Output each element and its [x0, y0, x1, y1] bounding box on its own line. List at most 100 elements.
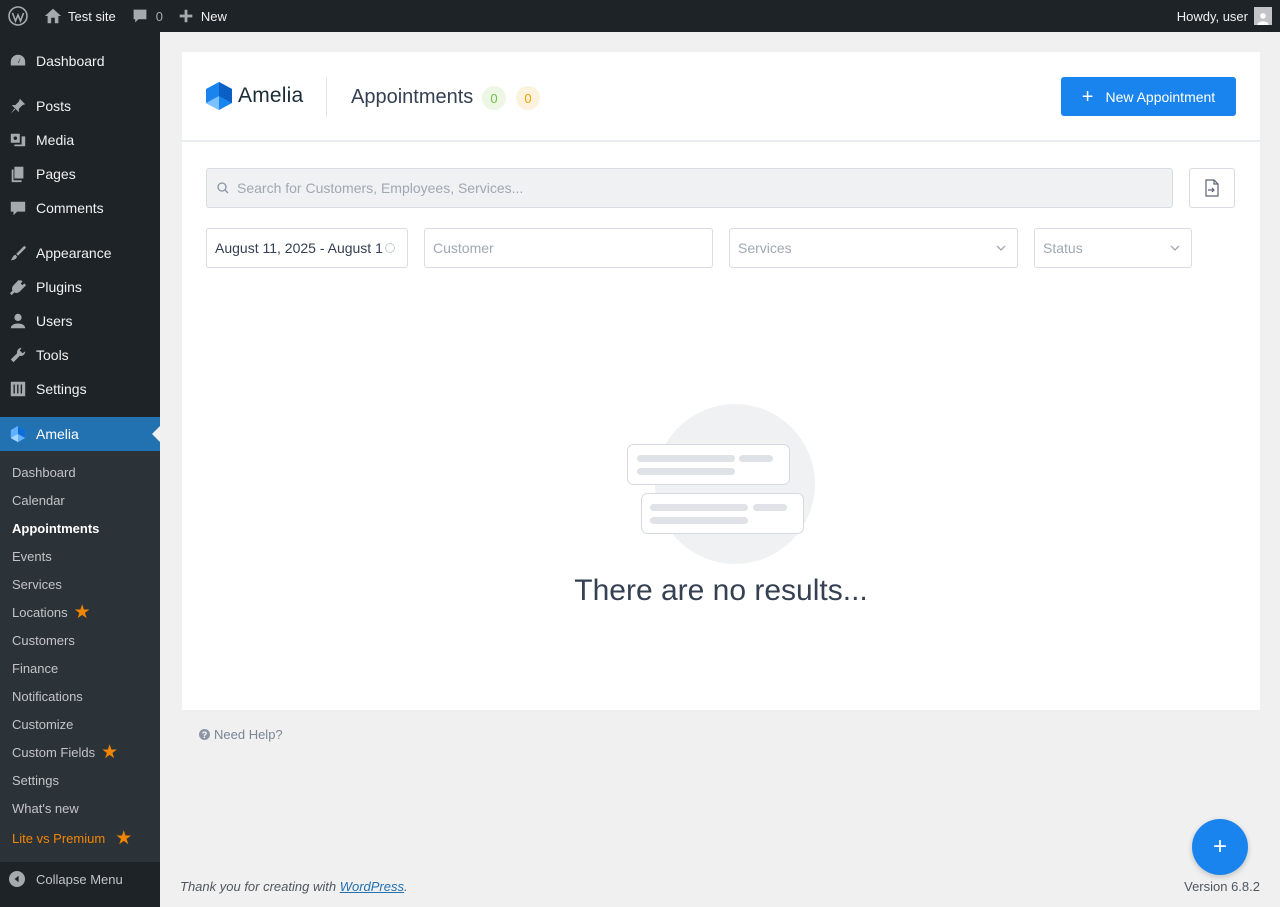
submenu-customers[interactable]: Customers: [0, 626, 160, 654]
dashboard-icon: [9, 52, 27, 70]
collapse-arrow-icon: [9, 871, 25, 887]
howdy-text: Howdy, user: [1176, 8, 1248, 24]
sidebar-item-tools[interactable]: Tools: [0, 338, 160, 372]
submenu-label: Customize: [12, 716, 74, 732]
submenu-locations[interactable]: Locations ★: [0, 598, 160, 626]
sidebar-item-label: Appearance: [36, 245, 112, 261]
new-appointment-button[interactable]: + New Appointment: [1061, 77, 1236, 116]
plug-icon: [9, 278, 27, 296]
floating-add-button[interactable]: +: [1192, 819, 1248, 875]
submenu-services[interactable]: Services: [0, 570, 160, 598]
plus-icon: +: [1081, 85, 1094, 108]
submenu-dashboard[interactable]: Dashboard: [0, 458, 160, 486]
submenu-label: Events: [12, 548, 52, 564]
pin-icon: [9, 97, 27, 115]
clock-icon: [385, 243, 395, 253]
sidebar-item-pages[interactable]: Pages: [0, 157, 160, 191]
new-appointment-label: New Appointment: [1105, 88, 1216, 105]
media-icon: [9, 131, 27, 149]
sidebar-item-settings[interactable]: Settings: [0, 372, 160, 406]
need-help-label: Need Help?: [214, 727, 283, 742]
star-icon: ★: [73, 601, 91, 623]
appointments-panel: Amelia Appointments 0 0 + New Appointmen…: [182, 52, 1260, 710]
submenu-label: Settings: [12, 772, 59, 788]
submenu-settings[interactable]: Settings: [0, 766, 160, 794]
user-icon: [9, 312, 27, 330]
submenu-label: Customers: [12, 632, 75, 648]
sliders-icon: [9, 380, 27, 398]
empty-state-message: There are no results...: [574, 574, 868, 607]
services-select[interactable]: Services: [729, 228, 1018, 268]
sidebar-item-label: Amelia: [36, 426, 79, 442]
submenu-calendar[interactable]: Calendar: [0, 486, 160, 514]
submenu-notifications[interactable]: Notifications: [0, 682, 160, 710]
submenu-custom-fields[interactable]: Custom Fields ★: [0, 738, 160, 766]
submenu-label: Notifications: [12, 688, 83, 704]
comment-icon: [9, 199, 27, 217]
submenu-events[interactable]: Events: [0, 542, 160, 570]
star-icon: ★: [101, 741, 119, 763]
customer-select[interactable]: Customer: [424, 228, 713, 268]
page-title: Appointments: [351, 86, 474, 108]
amelia-logo: Amelia: [206, 82, 303, 110]
search-placeholder: Search for Customers, Employees, Service…: [237, 180, 524, 196]
sidebar-item-label: Pages: [36, 166, 76, 182]
submenu-appointments[interactable]: Appointments: [0, 514, 160, 542]
logo-text: Amelia: [238, 84, 304, 107]
comment-icon: [133, 9, 147, 23]
chevron-down-icon: [996, 245, 1006, 251]
sidebar-item-label: Comments: [36, 200, 104, 216]
sidebar-item-amelia[interactable]: Amelia: [0, 417, 160, 451]
submenu-customize[interactable]: Customize: [0, 710, 160, 738]
sidebar-item-posts[interactable]: Posts: [0, 89, 160, 123]
wordpress-link[interactable]: WordPress: [340, 879, 404, 894]
sidebar-item-label: Plugins: [36, 279, 82, 295]
submenu-label: Dashboard: [12, 464, 76, 480]
export-button[interactable]: [1189, 168, 1235, 208]
status-placeholder: Status: [1043, 240, 1083, 256]
account-menu[interactable]: Howdy, user: [1169, 0, 1280, 32]
sidebar-item-label: Tools: [36, 347, 69, 363]
sidebar-item-users[interactable]: Users: [0, 304, 160, 338]
wordpress-logo-icon[interactable]: [0, 0, 36, 32]
date-range-picker[interactable]: August 11, 2025 - August 1: [206, 228, 408, 268]
sidebar-item-label: Users: [36, 313, 73, 329]
pages-icon: [9, 165, 27, 183]
amelia-submenu: Dashboard Calendar Appointments Events S…: [0, 451, 160, 862]
sidebar-item-dashboard[interactable]: Dashboard: [0, 44, 160, 78]
submenu-label: Services: [12, 576, 62, 592]
avatar: [1254, 7, 1272, 25]
footer-version: Version 6.8.2: [1184, 879, 1260, 894]
comments-count: 0: [155, 8, 163, 24]
submenu-label: Custom Fields: [12, 744, 96, 760]
sidebar-item-appearance[interactable]: Appearance: [0, 236, 160, 270]
submenu-finance[interactable]: Finance: [0, 654, 160, 682]
submenu-label: Lite vs Premium: [12, 830, 106, 846]
export-file-icon: [1205, 179, 1219, 197]
sidebar-item-comments[interactable]: Comments: [0, 191, 160, 225]
submenu-label: Finance: [12, 660, 59, 676]
new-content-link[interactable]: New: [171, 0, 235, 32]
collapse-menu-button[interactable]: Collapse Menu: [0, 862, 160, 896]
site-name-link[interactable]: Test site: [36, 0, 124, 32]
home-icon: [44, 8, 62, 24]
sidebar-item-label: Media: [36, 132, 75, 148]
submenu-lite-vs-premium[interactable]: Lite vs Premium ★: [0, 822, 160, 854]
brush-icon: [9, 244, 27, 262]
amelia-logo-icon: [206, 82, 232, 110]
sidebar-item-media[interactable]: Media: [0, 123, 160, 157]
status-select[interactable]: Status: [1034, 228, 1192, 268]
pending-count-badge: 0: [516, 86, 540, 110]
search-icon: [217, 182, 229, 194]
submenu-label: Calendar: [12, 492, 65, 508]
search-input[interactable]: Search for Customers, Employees, Service…: [206, 168, 1173, 208]
site-name: Test site: [68, 8, 116, 24]
submenu-whats-new[interactable]: What's new: [0, 794, 160, 822]
star-icon: ★: [115, 827, 133, 849]
comments-link[interactable]: 0: [124, 0, 171, 32]
new-label: New: [200, 8, 227, 24]
customer-placeholder: Customer: [433, 240, 494, 256]
need-help-link[interactable]: ? Need Help?: [199, 727, 283, 742]
sidebar-item-plugins[interactable]: Plugins: [0, 270, 160, 304]
plus-icon: [179, 9, 193, 23]
